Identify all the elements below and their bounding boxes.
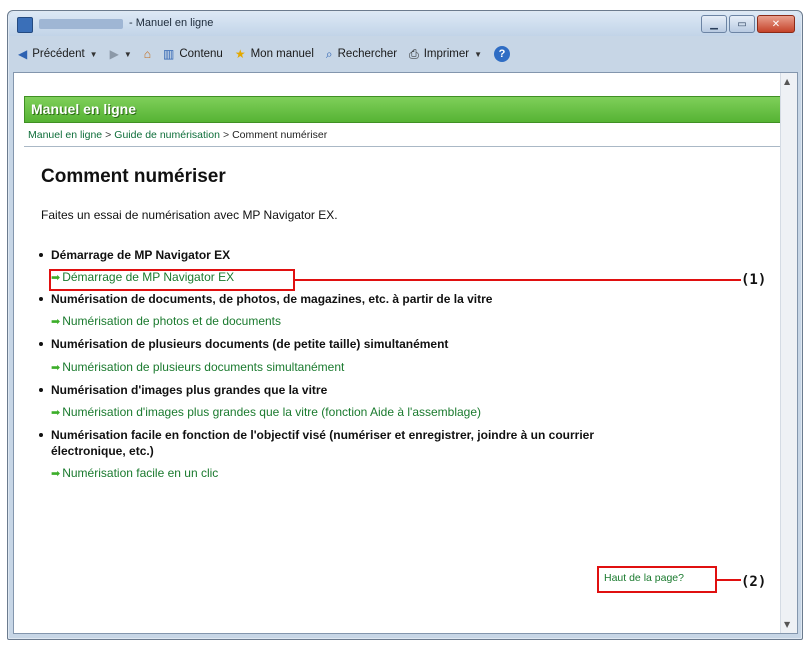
minimize-button[interactable]: ▁: [701, 15, 727, 33]
toolbar: ◀ Précédent ▼ ▶ ▼ ⌂ ▥ Contenu ★ Mon manu…: [12, 41, 798, 67]
minimize-icon: ▁: [710, 18, 718, 30]
item-title: Numérisation d'images plus grandes que l…: [51, 383, 328, 397]
callout-line-2: [717, 579, 741, 581]
manual-header-title: Manuel en ligne: [31, 101, 137, 117]
breadcrumb-separator: >: [105, 129, 112, 141]
print-button[interactable]: ⎙ Imprimer ▼: [403, 43, 488, 65]
scroll-down-icon[interactable]: ▼: [784, 620, 790, 629]
scroll-up-icon[interactable]: ▲: [784, 77, 790, 86]
window-title: - Manuel en ligne: [129, 17, 214, 29]
maximize-button[interactable]: ▭: [729, 15, 755, 33]
top-of-page-link[interactable]: Haut de la page?: [604, 572, 684, 584]
search-button[interactable]: ⌕ Rechercher: [320, 43, 403, 65]
chevron-down-icon: ▼: [89, 49, 98, 59]
chevron-down-icon: ▼: [123, 49, 132, 59]
back-button[interactable]: ◀ Précédent ▼: [12, 43, 104, 65]
callout-label-1: (1): [741, 272, 767, 288]
application-window: - Manuel en ligne ▁ ▭ ✕ ◀ Précédent ▼ ▶ …: [7, 10, 803, 640]
title-bar[interactable]: - Manuel en ligne ▁ ▭ ✕: [9, 12, 801, 36]
item-link[interactable]: ➡ Numérisation de photos et de documents: [51, 314, 281, 328]
item-title-continued: électronique, etc.): [51, 444, 154, 458]
star-icon: ★: [234, 47, 246, 61]
manual-content: Manuel en ligne Manuel en ligne > Guide de…: [14, 73, 780, 633]
item-title: Numérisation de plusieurs documents (de …: [51, 337, 449, 351]
contents-button[interactable]: ▥ Contenu: [157, 43, 229, 65]
bullet: [39, 433, 43, 437]
printer-icon: ⎙: [409, 47, 419, 61]
blurred-product-name: [39, 19, 123, 29]
arrow-right-icon: ➡: [51, 407, 61, 419]
breadcrumb-separator: >: [222, 129, 230, 141]
vertical-scrollbar[interactable]: ▲ ▼: [780, 73, 797, 633]
back-label: Précédent: [32, 48, 85, 60]
callout-line-1: [295, 279, 741, 281]
maximize-icon: ▭: [737, 18, 747, 30]
arrow-right-icon: ➡: [51, 362, 61, 374]
back-arrow-icon: ◀: [18, 47, 28, 61]
search-icon: ⌕: [325, 47, 333, 61]
bullet: [39, 253, 43, 257]
close-icon: ✕: [771, 18, 781, 30]
item-link-text: Numérisation facile en un clic: [62, 466, 219, 480]
breadcrumb: Manuel en ligne > Guide de numérisation > Co…: [28, 129, 327, 141]
forward-arrow-icon: ▶: [109, 47, 119, 61]
bullet: [39, 388, 43, 392]
item-link[interactable]: ➡ Numérisation de plusieurs documents sim…: [51, 360, 344, 374]
window-controls: ▁ ▭ ✕: [701, 15, 795, 33]
bullet: [39, 297, 43, 301]
forward-button[interactable]: ▶ ▼: [104, 43, 138, 65]
home-button[interactable]: ⌂: [138, 43, 157, 65]
item-title: Numérisation de documents, de photos, de…: [51, 292, 493, 306]
contents-label: Contenu: [179, 48, 223, 60]
search-label: Rechercher: [337, 48, 398, 60]
contents-icon: ▥: [163, 47, 175, 61]
my-manual-button[interactable]: ★ Mon manuel: [229, 43, 320, 65]
item-link-text: Numérisation de plusieurs documents simu…: [62, 360, 345, 374]
intro-text: Faites un essai de numérisation avec MP …: [41, 208, 338, 222]
close-button[interactable]: ✕: [757, 15, 795, 33]
help-icon: ?: [493, 46, 510, 62]
arrow-right-icon: ➡: [51, 468, 61, 480]
breadcrumb-divider: [24, 146, 780, 147]
breadcrumb-link-manual[interactable]: Manuel en ligne: [28, 129, 102, 141]
bullet: [39, 342, 43, 346]
item-link-text: Numérisation de photos et de documents: [62, 314, 282, 328]
arrow-right-icon: ➡: [51, 316, 61, 328]
manual-header-banner: Manuel en ligne: [24, 96, 780, 123]
item-link[interactable]: ➡ Numérisation d'images plus grandes que …: [51, 405, 481, 419]
item-title: Numérisation facile en fonction de l'obj…: [51, 428, 594, 442]
breadcrumb-link-guide[interactable]: Guide de numérisation: [114, 129, 220, 141]
callout-label-2: (2): [741, 574, 767, 590]
breadcrumb-current: Comment numériser: [232, 129, 328, 141]
print-label: Imprimer: [423, 48, 470, 60]
item-link-text: Numérisation d'images plus grandes que l…: [62, 405, 482, 419]
app-icon: [17, 17, 33, 33]
home-icon: ⌂: [143, 47, 151, 61]
content-frame: Manuel en ligne Manuel en ligne > Guide de…: [13, 72, 798, 634]
page-title: Comment numériser: [41, 166, 226, 187]
callout-box-1: [49, 269, 295, 291]
chevron-down-icon: ▼: [474, 49, 482, 59]
item-title: Démarrage de MP Navigator EX: [51, 248, 231, 262]
help-button[interactable]: ?: [488, 43, 516, 65]
item-link[interactable]: ➡ Numérisation facile en un clic: [51, 466, 218, 480]
my-manual-label: Mon manuel: [250, 48, 314, 60]
